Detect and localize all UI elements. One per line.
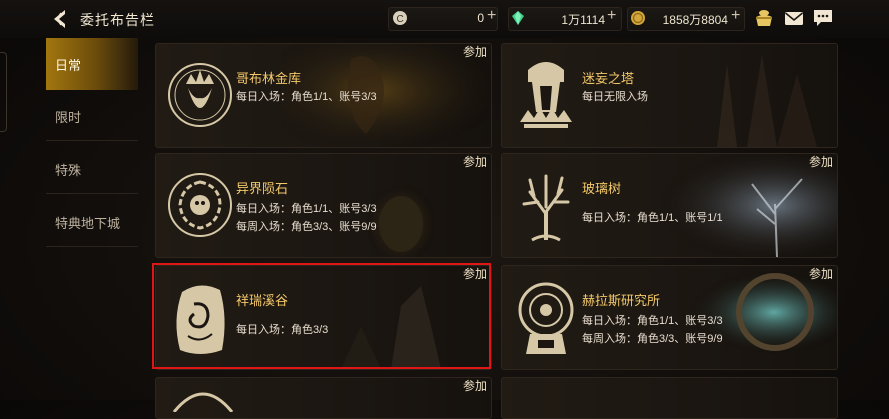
entry-limit-text: 每日入场：角色1/1、账号1/1 xyxy=(582,212,723,224)
add-gems-button[interactable]: + xyxy=(607,7,616,25)
entry-limit-text: 每周入场：角色3/3、账号9/9 xyxy=(236,221,377,233)
dungeon-name: 迷妄之塔 xyxy=(582,71,635,86)
divider xyxy=(46,246,138,247)
dungeon-card-meteor[interactable]: 异界陨石 每日入场：角色1/1、账号3/3 每周入场：角色3/3、账号9/9 参… xyxy=(155,153,492,258)
divider xyxy=(46,140,138,141)
dungeon-card-glass-tree[interactable]: 玻璃树 每日入场：角色1/1、账号1/1 参加 xyxy=(501,153,838,258)
lab-icon xyxy=(518,282,574,354)
panel-collapse-handle[interactable] xyxy=(0,52,7,132)
dungeon-card-auspicious-valley[interactable]: 祥瑞溪谷 每日入场：角色3/3 参加 xyxy=(155,265,492,370)
join-button[interactable]: 参加 xyxy=(809,266,833,282)
card-background-art xyxy=(341,286,441,369)
divider xyxy=(46,193,138,194)
entry-limit-text: 每周入场：角色3/3、账号9/9 xyxy=(582,333,723,345)
entry-limit-text: 每日无限入场 xyxy=(582,91,648,103)
mail-icon[interactable] xyxy=(783,8,805,28)
back-arrow-icon[interactable] xyxy=(48,7,72,31)
dungeon-name: 异界陨石 xyxy=(236,181,289,196)
meteor-icon xyxy=(168,173,232,237)
tree-icon xyxy=(522,174,570,242)
dungeon-card-hellas-lab[interactable]: 赫拉斯研究所 每日入场：角色1/1、账号3/3 每周入场：角色3/3、账号9/9… xyxy=(501,265,838,370)
card-background-art xyxy=(627,154,837,257)
gem-icon xyxy=(512,11,524,25)
gold-coin-icon xyxy=(631,11,645,25)
card-background-art xyxy=(717,54,817,147)
top-bar: 委托布告栏 C 0 + 1万1114 + 1858万8804 + xyxy=(0,0,889,38)
join-button[interactable]: 参加 xyxy=(463,266,487,282)
crown-icon xyxy=(168,63,232,127)
entry-limit-text: 每日入场：角色3/3 xyxy=(236,324,329,336)
svg-text:C: C xyxy=(397,14,404,25)
dungeon-name: 玻璃树 xyxy=(582,181,622,196)
tab-label: 日常 xyxy=(55,58,82,73)
dungeon-name: 赫拉斯研究所 xyxy=(582,293,661,308)
coin-icon: C xyxy=(393,11,407,25)
join-button[interactable]: 参加 xyxy=(463,378,487,394)
treasure-pot-icon[interactable] xyxy=(753,8,775,28)
add-gold-button[interactable]: + xyxy=(731,7,740,25)
entry-limit-text: 每日入场：角色1/1、账号3/3 xyxy=(236,91,377,103)
dungeon-card-goblin-vault[interactable]: 哥布林金库 每日入场：角色1/1、账号3/3 参加 xyxy=(155,43,492,148)
dungeon-name: 哥布林金库 xyxy=(236,71,302,86)
dungeon-card-partial[interactable] xyxy=(501,377,838,419)
join-button[interactable]: 参加 xyxy=(809,154,833,170)
tab-special[interactable]: 特殊 xyxy=(46,143,138,193)
join-button[interactable]: 参加 xyxy=(463,44,487,60)
chat-icon[interactable] xyxy=(812,8,834,28)
tab-special-dungeon[interactable]: 特典地下城 xyxy=(46,196,138,246)
tab-label: 特殊 xyxy=(55,163,82,178)
dungeon-card-partial[interactable]: 参加 xyxy=(155,377,492,419)
dungeon-card-tower[interactable]: 迷妄之塔 每日无限入场 xyxy=(501,43,838,148)
tab-label: 特典地下城 xyxy=(55,216,121,231)
coins-value: 0 xyxy=(477,11,484,25)
join-button[interactable]: 参加 xyxy=(463,154,487,170)
add-coins-button[interactable]: + xyxy=(487,7,496,25)
stone-icon xyxy=(176,285,225,354)
entry-limit-text: 每日入场：角色1/1、账号3/3 xyxy=(582,315,723,327)
tab-label: 限时 xyxy=(55,110,82,125)
tower-icon xyxy=(520,62,572,128)
tab-limited[interactable]: 限时 xyxy=(46,90,138,140)
gems-value: 1万1114 xyxy=(561,13,605,27)
gold-value: 1858万8804 xyxy=(662,13,728,27)
tab-daily[interactable]: 日常 xyxy=(46,38,138,90)
page-title: 委托布告栏 xyxy=(80,12,155,28)
dungeon-name: 祥瑞溪谷 xyxy=(236,293,289,308)
entry-limit-text: 每日入场：角色1/1、账号3/3 xyxy=(236,203,377,215)
emblem-partial-icon xyxy=(172,392,234,412)
